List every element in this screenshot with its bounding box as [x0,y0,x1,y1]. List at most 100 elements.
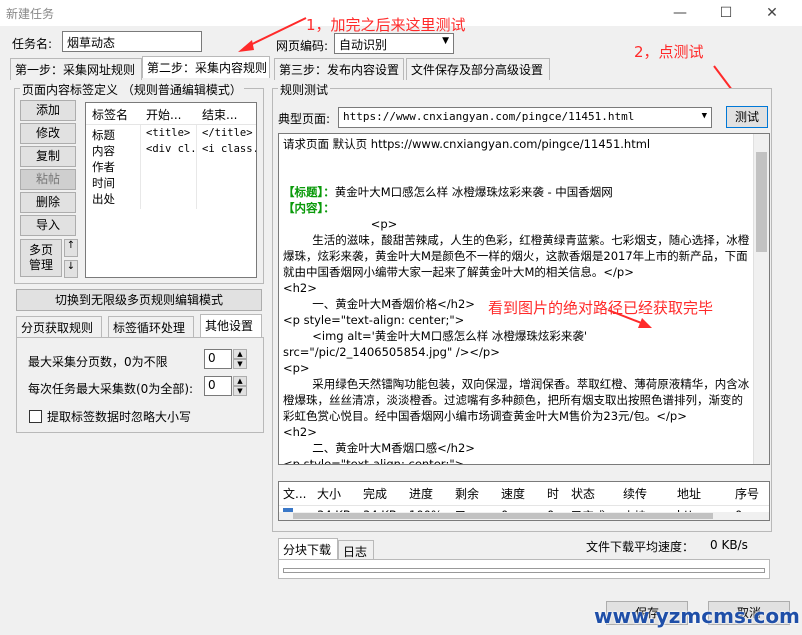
ignore-case-label: 提取标签数据时忽略大小写 [47,410,192,424]
output-line: 二、黄金叶大M香烟口感</h2> [283,441,475,455]
tab-chunk-download[interactable]: 分块下载 [278,538,338,559]
encoding-value: 自动识别 [339,38,388,52]
task-name-input[interactable]: 烟草动态 [62,31,202,52]
dl-col-speed[interactable]: 速度 [501,484,525,504]
output-line: <h2> [283,425,317,439]
output-scrollbar[interactable] [753,134,769,464]
label-table-header: 标签名 开始... 结束... [86,103,256,125]
dl-col-done[interactable]: 完成 [363,484,387,504]
output-line [283,168,753,184]
avg-speed-value: 0 KB/s [710,538,748,552]
close-icon[interactable]: ✕ [752,2,792,24]
table-row[interactable]: 内容 <div cl... <i class... [86,143,256,159]
scrollbar-thumb[interactable] [293,513,713,519]
paste-button[interactable]: 粘帖 [20,169,76,190]
task-name-label: 任务名: [12,37,53,51]
output-line: 生活的滋味，酸甜苦辣咸，人生的色彩，红橙黄绿青蓝紫。七彩烟支，随心选择，冰橙爆珠… [283,233,750,279]
row-name: 出处 [92,192,115,206]
minimize-icon[interactable]: — [660,2,700,24]
tab-step4[interactable]: 文件保存及部分高级设置 [406,58,550,80]
row-name: 作者 [92,160,115,174]
switch-mode-button[interactable]: 切换到无限级多页规则编辑模式 [16,289,262,311]
dl-col-file[interactable]: 文... [283,484,306,504]
stepper-up-icon[interactable]: ▲ [233,349,247,359]
add-button[interactable]: 添加 [20,100,76,121]
annotation-arrow-1 [238,17,307,52]
avg-speed-label: 文件下载平均速度： [586,540,695,554]
output-line: <p> [283,217,398,231]
stepper-down-icon[interactable]: ▼ [233,359,247,369]
annotation-1: 1，加完之后来这里测试 [306,16,466,34]
row-end: <i class... [202,143,256,155]
dl-col-resume[interactable]: 续传 [623,484,647,504]
dl-col-progress[interactable]: 进度 [409,484,433,504]
dl-col-url[interactable]: 地址 [677,484,701,504]
tab-step3[interactable]: 第三步：发布内容设置 [274,58,404,80]
dl-col-remain[interactable]: 剩余 [455,484,479,504]
dl-col-time[interactable]: 时 [547,484,559,504]
output-line: <p> [283,361,310,375]
maximize-icon[interactable]: ☐ [706,2,746,24]
test-button[interactable]: 测试 [726,106,768,128]
chunk-progress-bar [283,568,765,573]
edit-button[interactable]: 修改 [20,123,76,144]
dl-hscrollbar[interactable] [279,512,769,520]
typical-url-input[interactable]: https://www.cnxiangyan.com/pingce/11451.… [338,107,712,128]
download-list: 文... 大小 完成 进度 剩余 速度 时 状态 续传 地址 序号 34 KB … [278,481,770,521]
multipage-manage-button[interactable]: 多页 管理 [20,239,62,277]
max-pages-label: 最大采集分页数，0为不限 [28,355,168,369]
scrollbar-thumb[interactable] [756,152,767,252]
dl-col-size[interactable]: 大小 [317,484,341,504]
output-line [283,152,753,168]
row-start: <title> [146,127,191,139]
row-start: <div cl... [146,143,196,155]
download-list-header: 文... 大小 完成 进度 剩余 速度 时 状态 续传 地址 序号 [279,482,769,506]
output-line: 请求页面 默认页 https://www.cnxiangyan.com/ping… [283,137,651,151]
table-row[interactable]: 标题 <title> </title> [86,127,256,143]
output-line: 【内容】： [283,200,753,216]
tab-other-settings[interactable]: 其他设置 [200,314,262,337]
output-line: 【标题】：黄金叶大M口感怎么样 冰橙爆珠炫彩来袭 - 中国香烟网 [283,184,753,200]
tab-step1[interactable]: 第一步：采集网址规则 [10,58,142,80]
dl-col-status[interactable]: 状态 [571,484,595,504]
max-items-value[interactable]: 0 [204,376,232,396]
table-row[interactable]: 出处 [86,191,256,207]
tab-log[interactable]: 日志 [338,540,374,559]
chevron-down-icon[interactable]: ▼ [702,111,707,121]
watermark: www.yzmcms.com [594,604,800,628]
dl-col-index[interactable]: 序号 [735,484,759,504]
output-tag-label: 【内容】： [283,201,335,215]
tab-paging-rule[interactable]: 分页获取规则 [16,316,102,337]
delete-button[interactable]: 删除 [20,192,76,213]
move-down-icon[interactable]: ↓ [64,260,78,278]
max-items-stepper[interactable]: 0 ▲ ▼ [204,376,248,396]
ignore-case-checkbox[interactable] [29,410,42,423]
label-table: 标签名 开始... 结束... 标题 <title> </title> 内容 <… [85,102,257,278]
output-line: <h2> [283,281,317,295]
table-row[interactable]: 时间 [86,175,256,191]
tab-label-loop[interactable]: 标签循环处理 [108,316,194,337]
max-pages-value[interactable]: 0 [204,349,232,369]
stepper-up-icon[interactable]: ▲ [233,376,247,386]
col-header-name[interactable]: 标签名 [92,105,128,125]
col-header-start[interactable]: 开始... [146,105,181,125]
typical-url-value: https://www.cnxiangyan.com/pingce/11451.… [343,110,635,123]
row-end: </title> [202,127,253,139]
move-up-icon[interactable]: ↑ [64,239,78,257]
output-tag-label: 【标题】： [283,185,335,199]
col-header-end[interactable]: 结束... [202,105,237,125]
label-group-title: 页面内容标签定义 （规则普通编辑模式） [20,81,244,98]
typical-page-label: 典型页面: [278,112,331,126]
stepper-down-icon[interactable]: ▼ [233,386,247,396]
import-button[interactable]: 导入 [20,215,76,236]
tab-step2[interactable]: 第二步：采集内容规则 [142,56,270,78]
max-pages-stepper[interactable]: 0 ▲ ▼ [204,349,248,369]
encoding-select[interactable]: 自动识别 ▼ [334,33,454,54]
annotation-3: 看到图片的绝对路径已经获取完毕 [488,299,714,317]
row-name: 时间 [92,176,115,190]
copy-button[interactable]: 复制 [20,146,76,167]
chunk-download-panel [278,559,770,579]
annotation-2: 2，点测试 [634,43,704,61]
table-row[interactable]: 作者 [86,159,256,175]
rule-test-title: 规则测试 [278,81,331,98]
